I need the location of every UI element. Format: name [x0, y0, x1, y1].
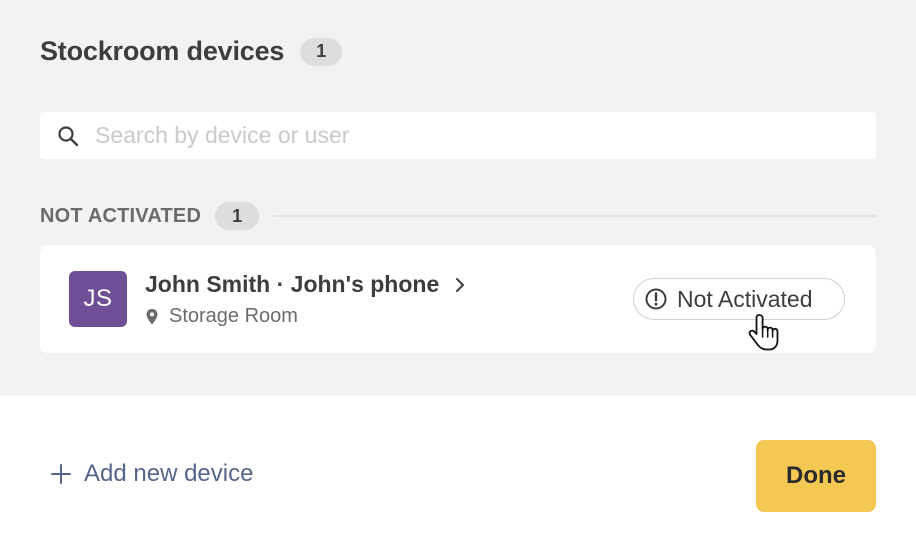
- plus-icon: [51, 464, 71, 484]
- section-header-not-activated: NOT ACTIVATED 1: [40, 202, 876, 230]
- hand-pointer-cursor-icon: [748, 314, 779, 351]
- device-count-badge: 1: [300, 37, 343, 66]
- device-title-link[interactable]: John Smith · John's phone: [145, 271, 467, 298]
- header: Stockroom devices 1: [40, 36, 343, 67]
- device-name: John Smith · John's phone: [145, 271, 440, 297]
- add-new-device-button[interactable]: Add new device: [50, 460, 253, 488]
- section-count-badge: 1: [215, 202, 260, 230]
- stockroom-panel: Stockroom devices 1 NOT ACTIVATED 1 JS J…: [0, 0, 916, 396]
- map-pin-icon: [146, 308, 158, 324]
- alert-circle-icon: [645, 288, 667, 310]
- chevron-right-icon: [456, 277, 465, 292]
- device-location: Storage Room: [145, 305, 298, 328]
- search-box[interactable]: [40, 112, 876, 159]
- search-icon: [58, 126, 79, 147]
- page-title: Stockroom devices: [40, 36, 285, 66]
- done-button[interactable]: Done: [756, 440, 876, 512]
- search-input[interactable]: [95, 112, 855, 159]
- section-divider: [273, 215, 876, 217]
- avatar: JS: [69, 271, 127, 327]
- status-label: Not Activated: [677, 285, 813, 312]
- not-activated-status-button[interactable]: Not Activated: [633, 278, 845, 320]
- section-label: NOT ACTIVATED: [40, 204, 202, 227]
- add-new-device-label: Add new device: [84, 460, 254, 487]
- location-label: Storage Room: [169, 305, 298, 327]
